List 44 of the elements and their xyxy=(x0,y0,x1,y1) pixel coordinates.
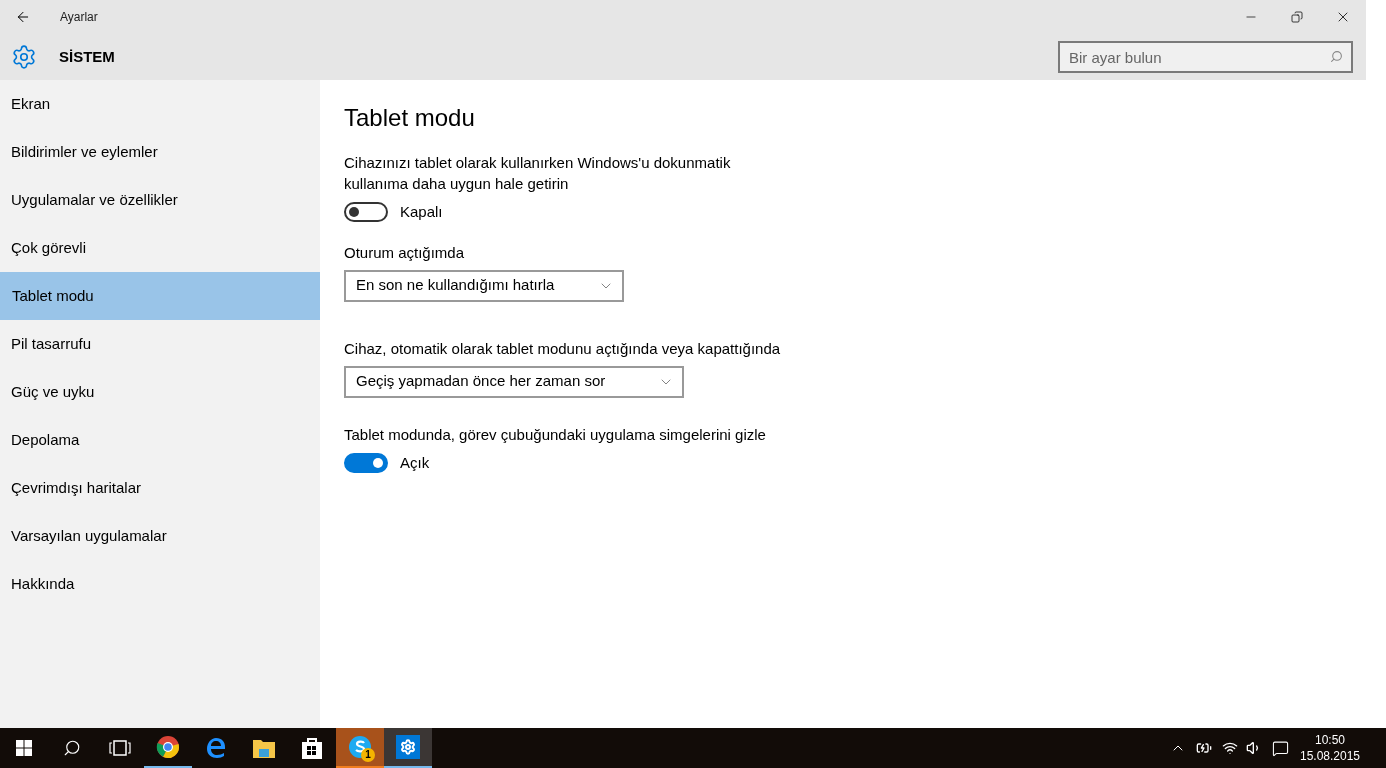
sidebar-item[interactable]: Hakkında xyxy=(0,560,320,608)
restore-icon xyxy=(1291,11,1303,23)
taskbar-app-button[interactable]: 1 xyxy=(336,728,384,768)
page-title: Tablet modu xyxy=(344,103,476,133)
windows-logo-icon xyxy=(16,740,32,756)
window-title: Ayarlar xyxy=(60,9,98,26)
dropdown[interactable]: Geçiş yapmadan önce her zaman sor xyxy=(344,365,684,398)
dropdown[interactable]: En son ne kullandığımı hatırla xyxy=(344,269,624,302)
sidebar-item[interactable]: Bildirimler ve eylemler xyxy=(0,128,320,176)
sidebar-item[interactable]: Güç ve uyku xyxy=(0,368,320,416)
sidebar-item[interactable]: Çok görevli xyxy=(0,224,320,272)
sidebar-item[interactable]: Depolama xyxy=(0,416,320,464)
toggle-state-label: Açık xyxy=(400,452,430,473)
sidebar-item[interactable]: Çevrimdışı haritalar xyxy=(0,464,320,512)
setting-label: Oturum açtığımda xyxy=(344,242,466,263)
toggle-switch[interactable] xyxy=(344,452,388,473)
notifications-icon[interactable] xyxy=(1272,739,1289,757)
sidebar-item[interactable]: Varsayılan uygulamalar xyxy=(0,512,320,560)
taskbar-app-button[interactable] xyxy=(384,728,432,768)
settings-icon xyxy=(11,44,37,70)
sidebar-item[interactable]: Pil tasarrufu xyxy=(0,320,320,368)
search-icon xyxy=(1330,50,1343,63)
battery-icon[interactable] xyxy=(1196,740,1212,756)
setting-label: Cihazınızı tablet olarak kullanırken Windows'u dokunmatik kullanıma daha uygun hale getirin xyxy=(344,153,732,194)
notification-badge: 1 xyxy=(361,748,375,762)
folder-icon xyxy=(252,737,276,759)
clock[interactable]: 10:50 15.08.2015 xyxy=(1299,732,1361,764)
shopping-bag-icon xyxy=(301,736,323,760)
section-title: SİSTEM xyxy=(59,46,115,67)
search-field[interactable]: Bir ayar bulun xyxy=(1058,41,1353,73)
setting-label: Cihaz, otomatik olarak tablet modunu açtığında veya kapattığında xyxy=(344,338,782,359)
browser-e-icon xyxy=(204,736,228,760)
wifi-icon[interactable] xyxy=(1222,740,1238,756)
settings-icon xyxy=(396,735,420,759)
sidebar-item[interactable]: Ekran xyxy=(0,80,320,128)
toggle-state-label: Kapalı xyxy=(400,202,443,222)
toggle-switch[interactable] xyxy=(344,202,388,223)
setting-label: Tablet modunda, görev çubuğundaki uygulama simgelerini gizle xyxy=(344,424,767,445)
search-icon xyxy=(63,739,81,757)
back-arrow-icon xyxy=(15,9,31,25)
browser-icon xyxy=(156,735,180,759)
task-view-icon xyxy=(109,740,131,756)
sidebar-item[interactable]: Uygulamalar ve özellikler xyxy=(0,176,320,224)
sidebar-item[interactable]: Tablet modu xyxy=(0,272,320,320)
